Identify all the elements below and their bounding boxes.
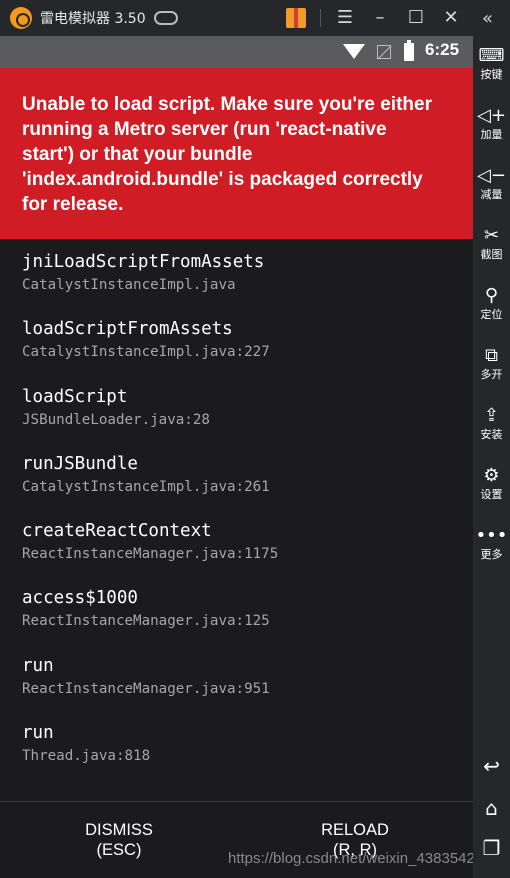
- collapse-sidebar-icon[interactable]: «: [482, 8, 493, 29]
- stack-frame[interactable]: access$1000 ReactInstanceManager.java:12…: [22, 586, 473, 653]
- error-message-line: running a Metro server (run 'react-nativ…: [22, 119, 387, 140]
- dismiss-button-shortcut: (ESC): [96, 841, 142, 859]
- stack-frame-file: CatalystInstanceImpl.java: [22, 277, 236, 293]
- gamepad-icon[interactable]: [153, 11, 178, 25]
- stack-frame-file: JSBundleLoader.java:28: [22, 411, 210, 428]
- close-icon[interactable]: ✕: [439, 6, 463, 30]
- battery-icon: [404, 40, 414, 61]
- status-time: 6:25: [425, 40, 460, 59]
- stack-frame-method: jniLoadScriptFromAssets: [22, 252, 265, 272]
- error-message-line: start') or that your bundle: [22, 144, 253, 165]
- android-recents-icon[interactable]: ❐: [473, 836, 510, 860]
- stack-frame-file: ReactInstanceManager.java:951: [22, 680, 270, 697]
- stack-frame[interactable]: runJSBundle CatalystInstanceImpl.java:26…: [22, 452, 473, 519]
- error-redbox: Unable to load script. Make sure you're …: [0, 68, 473, 239]
- sidebar-item-label: 截图: [480, 248, 503, 261]
- android-home-icon[interactable]: ⌂: [473, 796, 510, 820]
- stack-frame-method: runJSBundle: [22, 453, 138, 474]
- error-message-line: for release.: [22, 194, 124, 215]
- stack-frame[interactable]: run Thread.java:818: [22, 721, 473, 788]
- emulator-tool-sidebar: ⌨ 按键 ◁+ 加量 ◁− 减量 ✂ 截图 ⚲ 定位 ⧉ 多开 ⇪ 安装 ⚙ 设…: [473, 36, 510, 878]
- maximize-icon[interactable]: ☐: [404, 6, 428, 30]
- stack-frame-file: ReactInstanceManager.java:125: [22, 613, 270, 630]
- volume-up-icon: ◁+: [477, 105, 506, 126]
- sidebar-item-keymap[interactable]: ⌨ 按键: [473, 44, 510, 82]
- csdn-watermark: https://blog.csdn.net/weixin_43835425: [228, 850, 484, 867]
- location-pin-icon: ⚲: [484, 285, 499, 306]
- sidebar-item-label: 安装: [480, 428, 503, 441]
- emulator-title: 雷电模拟器 3.50: [40, 11, 146, 27]
- stack-frame[interactable]: loadScript JSBundleLoader.java:28: [22, 385, 473, 452]
- stack-frame-method: access$1000: [22, 588, 138, 609]
- gift-icon[interactable]: [286, 8, 306, 28]
- sidebar-item-multi-instance[interactable]: ⧉ 多开: [473, 344, 510, 382]
- sidebar-item-label: 定位: [480, 308, 503, 321]
- wifi-icon: [343, 44, 365, 59]
- stack-frame-method: run: [22, 723, 54, 744]
- sidebar-item-more[interactable]: ••• 更多: [473, 524, 510, 562]
- multi-instance-icon: ⧉: [485, 345, 498, 366]
- android-back-icon[interactable]: ↩: [473, 754, 510, 778]
- minimize-icon[interactable]: –: [368, 6, 392, 30]
- stack-trace-list[interactable]: jniLoadScriptFromAssets CatalystInstance…: [0, 239, 473, 801]
- apk-install-icon: ⇪: [483, 405, 500, 426]
- stack-frame-method: run: [22, 655, 54, 676]
- volume-down-icon: ◁−: [477, 165, 506, 186]
- sidebar-item-location[interactable]: ⚲ 定位: [473, 284, 510, 322]
- menu-icon[interactable]: ☰: [333, 6, 357, 30]
- scissors-icon: ✂: [483, 225, 500, 246]
- sidebar-item-install-apk[interactable]: ⇪ 安装: [473, 404, 510, 442]
- stack-frame-method: loadScript: [22, 386, 128, 407]
- sidebar-item-label: 按键: [480, 68, 503, 81]
- gear-icon: ⚙: [483, 465, 500, 486]
- stack-frame[interactable]: loadScriptFromAssets CatalystInstanceImp…: [22, 317, 473, 384]
- stack-frame-file: ReactInstanceManager.java:1175: [22, 546, 279, 563]
- stack-frame-file: Thread.java:818: [22, 748, 151, 765]
- stack-frame-file: CatalystInstanceImpl.java:227: [22, 344, 270, 361]
- sidebar-item-volume-down[interactable]: ◁− 减量: [473, 164, 510, 202]
- error-message-line: Unable to load script. Make sure you're …: [22, 94, 432, 115]
- sidebar-item-label: 减量: [480, 188, 503, 201]
- no-sim-icon: [377, 45, 391, 59]
- android-status-bar: 6:25: [0, 36, 473, 68]
- stack-frame-method: loadScriptFromAssets: [22, 319, 233, 340]
- sidebar-item-settings[interactable]: ⚙ 设置: [473, 464, 510, 502]
- more-dots-icon: •••: [475, 525, 508, 546]
- keyboard-icon: ⌨: [478, 45, 505, 66]
- reload-button-label: RELOAD: [321, 821, 389, 839]
- error-message-line: 'index.android.bundle' is packaged corre…: [22, 169, 423, 190]
- stack-frame[interactable]: createReactContext ReactInstanceManager.…: [22, 519, 473, 586]
- stack-frame[interactable]: jniLoadScriptFromAssets CatalystInstance…: [22, 250, 473, 317]
- titlebar-divider: [320, 9, 321, 27]
- sidebar-item-label: 更多: [480, 548, 503, 561]
- sidebar-item-screenshot[interactable]: ✂ 截图: [473, 224, 510, 262]
- ldplayer-logo-icon: [10, 7, 32, 29]
- sidebar-item-label: 多开: [480, 368, 503, 381]
- sidebar-item-volume-up[interactable]: ◁+ 加量: [473, 104, 510, 142]
- stack-frame-file: CatalystInstanceImpl.java:261: [22, 478, 270, 495]
- stack-frame-method: createReactContext: [22, 521, 212, 542]
- emulator-titlebar: 雷电模拟器 3.50: [0, 0, 510, 36]
- stack-frame[interactable]: run ReactInstanceManager.java:951: [22, 654, 473, 721]
- dismiss-button-label: DISMISS: [85, 821, 153, 839]
- sidebar-item-label: 设置: [480, 488, 503, 501]
- dismiss-button[interactable]: DISMISS (ESC): [29, 820, 209, 860]
- sidebar-item-label: 加量: [480, 128, 503, 141]
